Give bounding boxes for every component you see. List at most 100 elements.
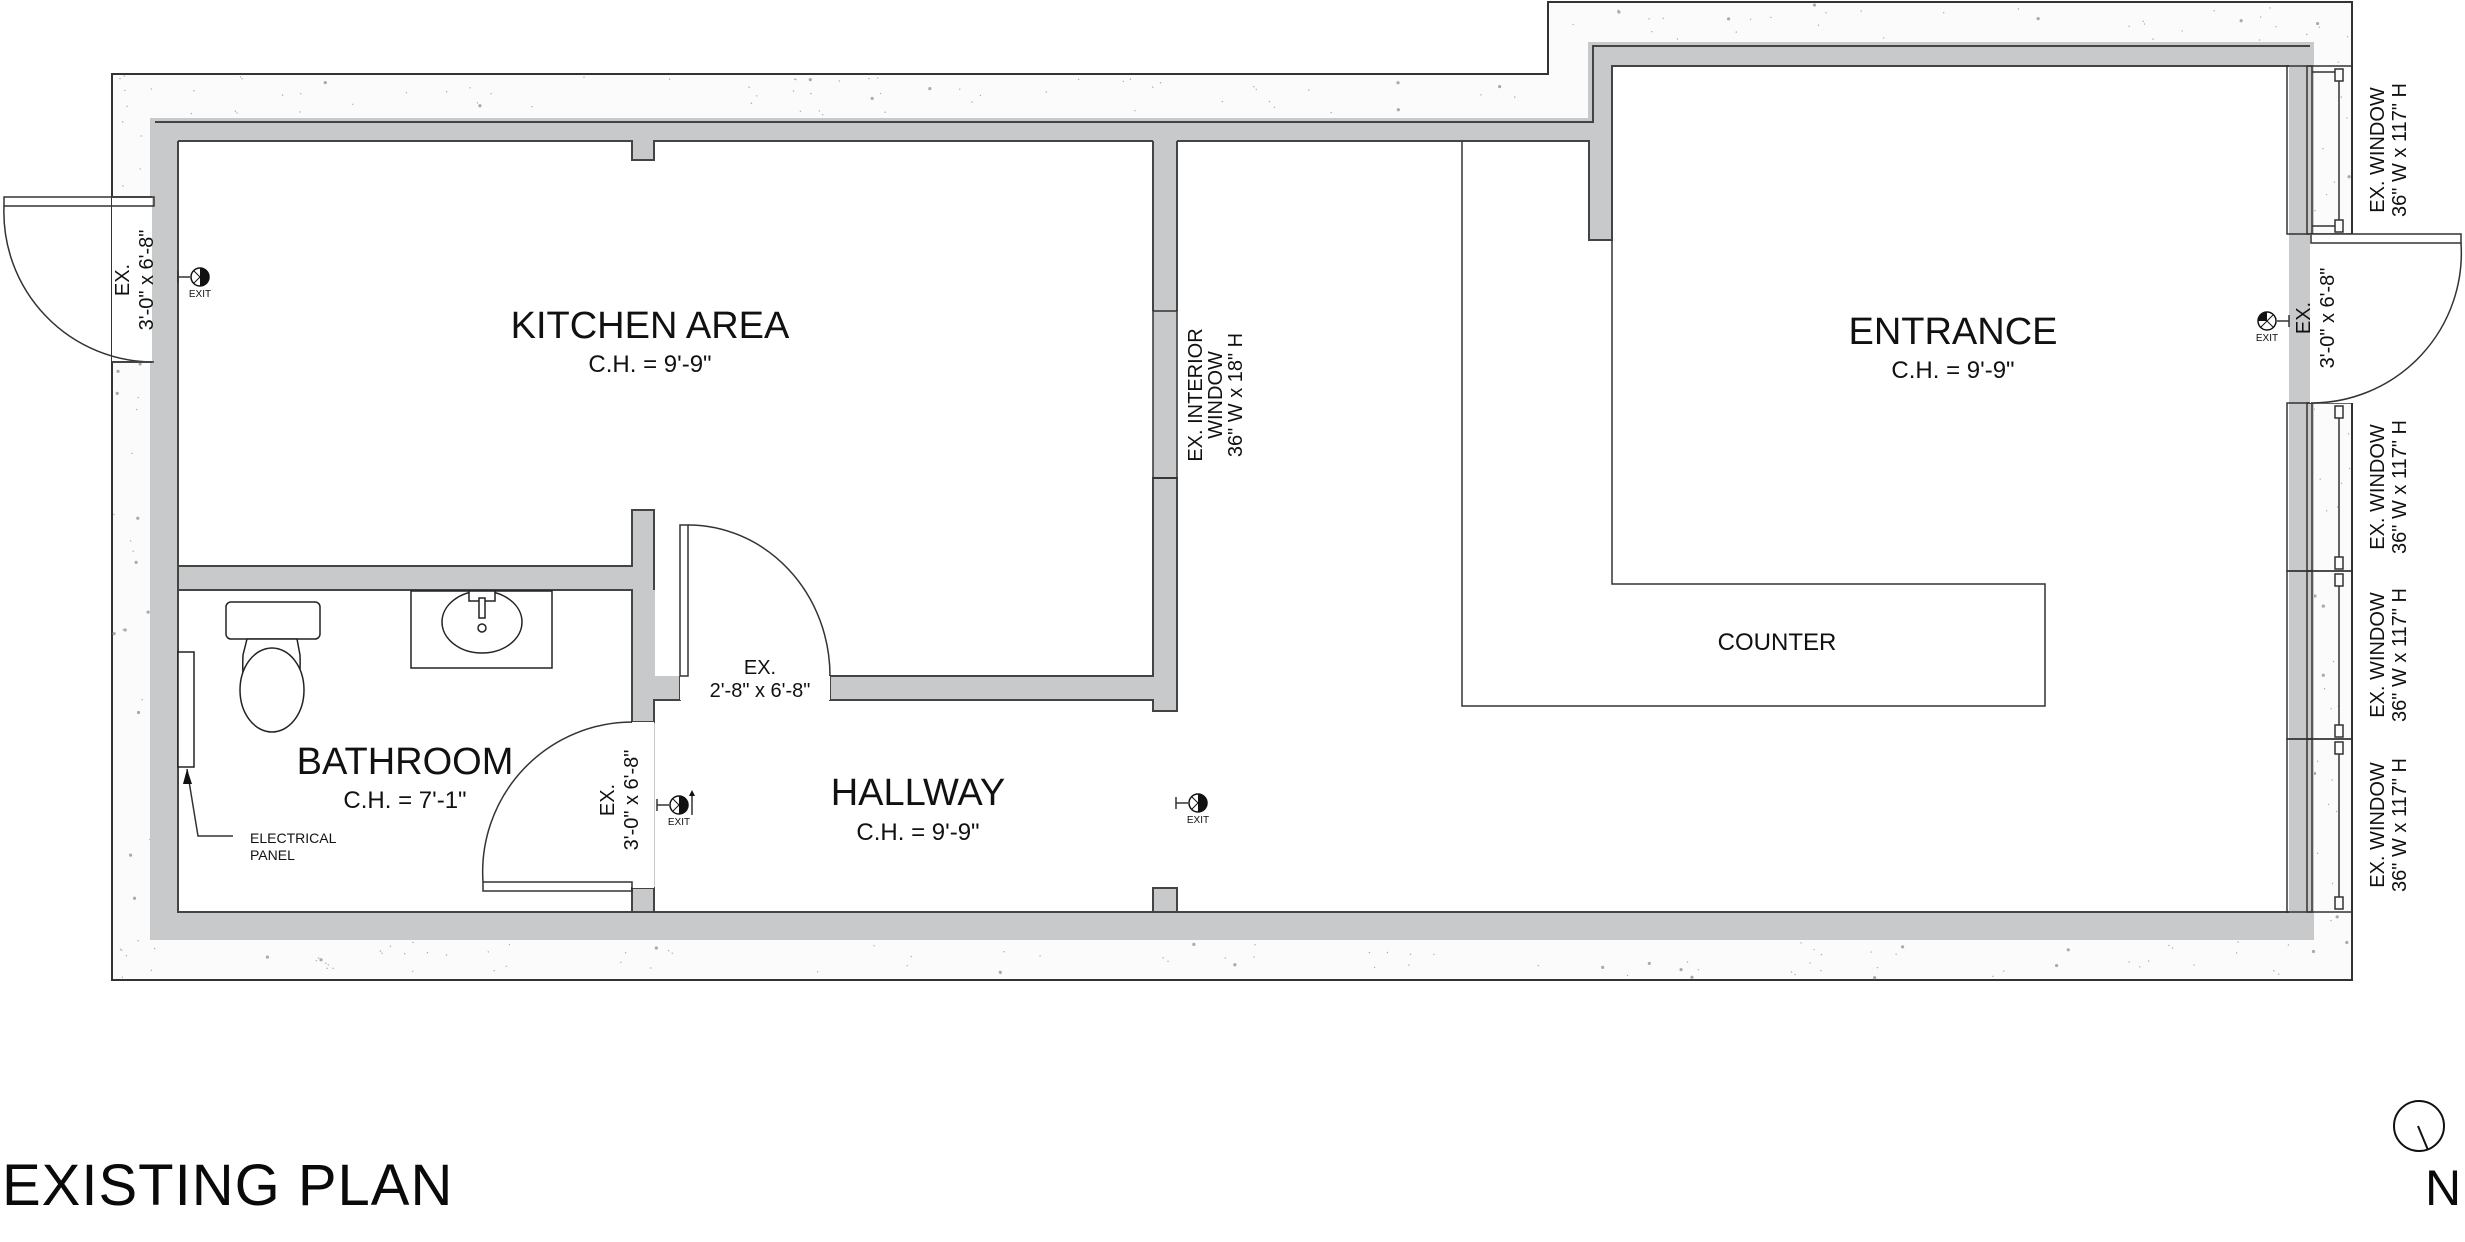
concrete-speck [2142, 20, 2144, 23]
concrete-speck [236, 112, 238, 114]
concrete-speck [1152, 86, 1154, 88]
concrete-speck [1537, 964, 1539, 967]
concrete-speck [115, 391, 119, 395]
concrete-speck [190, 112, 193, 115]
svg-text:EX.: EX. [112, 264, 134, 296]
concrete-speck [818, 110, 821, 112]
concrete-speck [1860, 10, 1862, 12]
concrete-speck [2335, 810, 2338, 813]
svg-text:EX. WINDOW: EX. WINDOW [2367, 424, 2389, 550]
concrete-speck [810, 92, 812, 95]
concrete-speck [2340, 96, 2342, 98]
concrete-speck [808, 78, 812, 82]
concrete-speck [490, 93, 492, 95]
concrete-speck [793, 78, 796, 80]
concrete-speck [2237, 941, 2239, 943]
concrete-speck [1726, 17, 1731, 21]
concrete-speck [2181, 30, 2183, 32]
concrete-speck [1253, 956, 1255, 958]
concrete-speck [426, 951, 429, 954]
concrete-speck [1122, 80, 1124, 83]
concrete-speck [1373, 966, 1376, 969]
concrete-speck [1000, 972, 1002, 975]
svg-text:3'-0" x 6'-8": 3'-0" x 6'-8" [2317, 268, 2339, 369]
concrete-speck [1690, 975, 1694, 979]
svg-text:EXIT: EXIT [668, 817, 690, 828]
concrete-speck [2345, 940, 2349, 945]
concrete-speck [2017, 8, 2020, 10]
concrete-speck [478, 104, 482, 108]
concrete-speck [1626, 974, 1629, 977]
concrete-speck [2273, 970, 2275, 972]
concrete-speck [319, 958, 323, 962]
concrete-speck [2318, 26, 2321, 28]
concrete-speck [959, 88, 961, 90]
concrete-speck [971, 101, 973, 103]
concrete-speck [1794, 973, 1796, 976]
concrete-speck [1749, 18, 1752, 20]
concrete-speck [1873, 976, 1877, 980]
svg-text:3'-0" x 6'-8": 3'-0" x 6'-8" [621, 750, 643, 851]
concrete-speck [1735, 31, 1737, 33]
concrete-speck [403, 953, 406, 955]
svg-text:36" W x 117" H: 36" W x 117" H [2389, 758, 2411, 892]
concrete-speck [2325, 193, 2328, 196]
concrete-speck [1676, 38, 1679, 40]
concrete-speck [868, 77, 870, 80]
svg-text:EX.: EX. [597, 784, 619, 816]
concrete-speck [1647, 961, 1651, 966]
concrete-speck [2337, 61, 2339, 63]
concrete-speck [125, 954, 128, 957]
concrete-speck [1686, 961, 1689, 963]
concrete-speck [2128, 961, 2130, 963]
concrete-speck [1078, 78, 1080, 81]
entrance-label: ENTRANCE [1848, 311, 2057, 353]
concrete-speck [2315, 21, 2320, 26]
concrete-speck [146, 610, 150, 614]
concrete-speck [1800, 942, 1802, 944]
concrete-speck [300, 93, 302, 95]
concrete-speck [1253, 85, 1255, 88]
kitchen-ceiling-height: C.H. = 9'-9" [588, 351, 711, 378]
concrete-speck [122, 629, 124, 631]
svg-text:EXIT: EXIT [1187, 815, 1209, 826]
walls [150, 42, 2314, 940]
concrete-speck [137, 396, 139, 399]
concrete-speck [822, 113, 824, 116]
concrete-speck [531, 105, 533, 108]
svg-text:EX. WINDOW: EX. WINDOW [2367, 762, 2389, 888]
concrete-speck [299, 111, 301, 113]
concrete-speck [128, 853, 133, 857]
concrete-speck [2213, 10, 2215, 12]
concrete-speck [112, 632, 116, 636]
concrete-speck [2143, 23, 2146, 25]
concrete-speck [134, 560, 138, 564]
concrete-speck [2330, 708, 2332, 710]
concrete-speck [1433, 953, 1435, 956]
concrete-speck [389, 945, 392, 947]
concrete-speck [2287, 944, 2290, 946]
concrete-speck [1651, 30, 1653, 33]
concrete-speck [2168, 944, 2170, 947]
concrete-speck [1601, 965, 1605, 969]
svg-text:36" W x 117" H: 36" W x 117" H [2389, 588, 2411, 722]
floor-plan: COUNTER ELECTRICAL PANEL EXIT EXIT EXIT … [2, 1, 2463, 1218]
concrete-speck [748, 86, 750, 89]
concrete-speck [795, 78, 797, 81]
concrete-speck [326, 967, 328, 970]
concrete-speck [119, 948, 122, 951]
concrete-speck [2330, 919, 2332, 922]
concrete-speck [2316, 760, 2319, 762]
concrete-speck [2066, 948, 2070, 952]
concrete-speck [2336, 506, 2339, 508]
concrete-speck [234, 110, 237, 112]
concrete-speck [487, 951, 490, 953]
svg-text:EX.: EX. [2293, 302, 2315, 334]
concrete-speck [124, 89, 126, 92]
concrete-speck [1498, 84, 1502, 89]
concrete-speck [1221, 100, 1224, 103]
concrete-speck [2275, 26, 2277, 28]
concrete-speck [2054, 963, 2059, 968]
concrete-speck [1820, 969, 1822, 972]
concrete-speck [2321, 673, 2325, 677]
